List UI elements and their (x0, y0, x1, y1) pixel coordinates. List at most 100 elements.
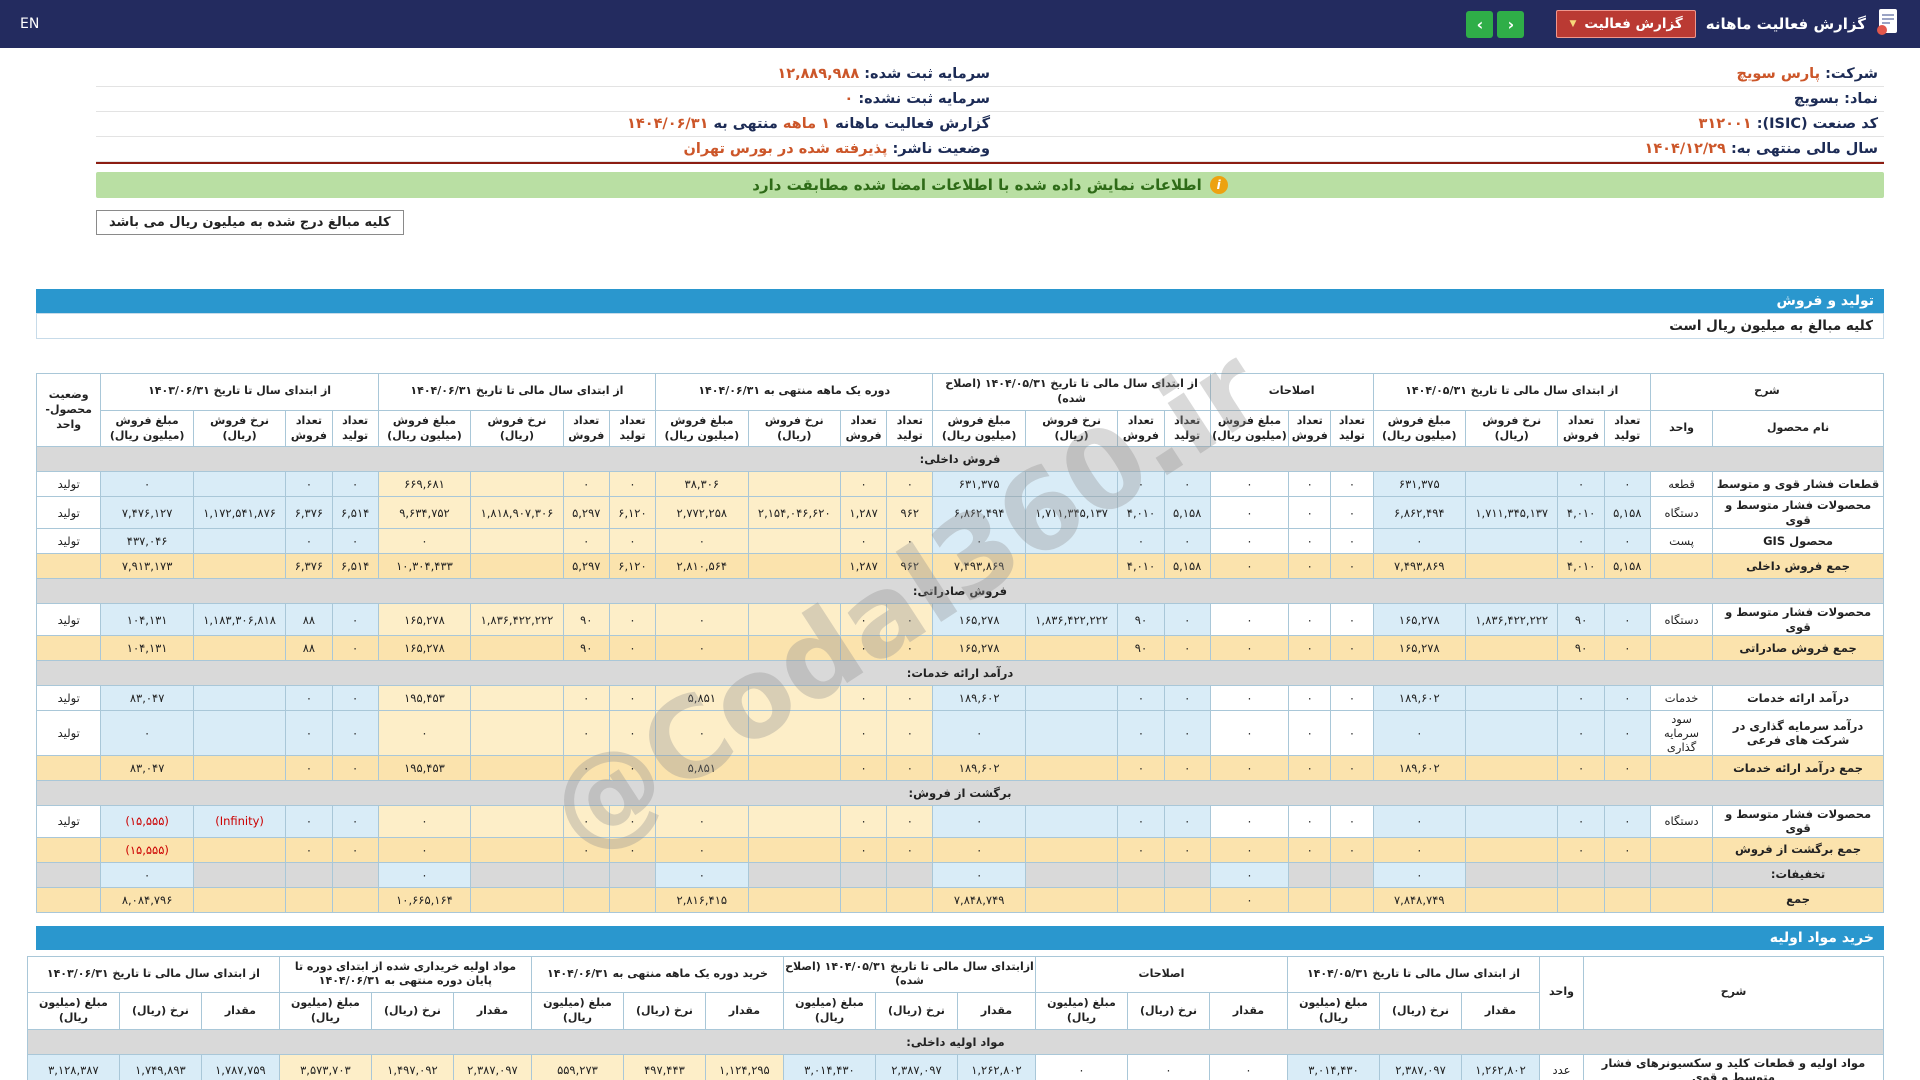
column-header: وضعیت محصول-واحد (35, 372, 102, 448)
unit-cell: عدد (1539, 1054, 1584, 1080)
value-cell (1288, 886, 1332, 913)
value-cell: ۰ (377, 528, 472, 555)
value-cell: ۰ (331, 634, 379, 661)
value-cell (886, 886, 934, 913)
column-header: از ابتدای سال تا تاریخ ۱۴۰۳/۰۶/۳۱ (100, 373, 379, 411)
category-label: فروش صادراتی: (36, 578, 1884, 605)
topbar: گزارش فعالیت ماهانه گزارش فعالیت ▼ ‹ › E… (0, 0, 1920, 48)
value-cell: ۰ (839, 709, 888, 756)
section-subtitle-amounts: کلیه مبالغ به میلیون ریال است (36, 313, 1884, 339)
value-cell: ۰ (285, 804, 333, 838)
value-cell (1465, 553, 1559, 580)
value-cell: ۰ (1288, 553, 1332, 580)
column-header: تعداد تولید (886, 409, 934, 448)
company-info-row: کد صنعت (ISIC): ۳۱۲۰۰۱ گزارش فعالیت ماهان… (96, 112, 1884, 137)
value-cell: ۵,۲۹۷ (562, 496, 610, 530)
amounts-note: کلیه مبالغ درج شده به میلیون ریال می باش… (96, 210, 404, 235)
value-cell: ۰ (1127, 1054, 1210, 1080)
info-field: وضعیت ناشر: پذیرفته شده در بورس تهران (102, 141, 991, 157)
previous-report-button[interactable]: ‹ (1497, 10, 1525, 38)
next-report-button[interactable]: › (1466, 10, 1494, 38)
value-cell: ۱۹۵,۴۵۳ (377, 684, 472, 711)
column-header: تعداد تولید (331, 409, 379, 448)
value-cell: ۰ (1163, 754, 1211, 781)
value-cell: ۰ (285, 836, 333, 863)
value-cell: ۰ (1163, 836, 1211, 863)
column-header: نرخ فروش (ریال) (747, 409, 841, 448)
value-cell: ۹۰ (1557, 603, 1605, 636)
value-cell: ۷,۴۷۶,۱۲۷ (100, 496, 194, 530)
total-row: جمع درآمد ارائه خدمات ۰ ۰ ۱۸۹,۶۰۲ ۰ ۰ ۰ ۰ ۰ ۱۸۹,۶… (35, 754, 1884, 781)
column-header: شرح (1649, 373, 1885, 411)
value-cell: ۱,۸۳۶,۴۲۲,۲۲۲ (1024, 603, 1119, 636)
value-cell: ۰ (932, 709, 1026, 756)
value-cell: ۰ (1557, 836, 1605, 863)
production-sales-section: تولید و فروش کلیه مبالغ به میلیون ریال ا… (35, 289, 1885, 913)
header-sub-row: نام محصول واحد تعداد تولید تعداد فروش نرخ فر… (37, 409, 1884, 448)
status-cell: تولید (35, 496, 102, 530)
value-cell: ۰ (1557, 471, 1605, 498)
value-cell: ۰ (1117, 836, 1165, 863)
value-cell: ۰ (1288, 471, 1332, 498)
value-cell: ۱۸۹,۶۰۲ (1372, 754, 1467, 781)
info-field: سرمایه ثبت نشده: ۰ (102, 91, 990, 107)
value-cell (331, 886, 379, 913)
value-cell (747, 553, 841, 580)
value-cell: ۰ (1163, 634, 1211, 661)
value-cell (1024, 836, 1119, 863)
value-cell: ۰ (285, 471, 333, 498)
value-cell: ۳,۱۲۸,۳۸۷ (26, 1054, 120, 1080)
category-row: فروش داخلی: (36, 446, 1884, 473)
report-type-button[interactable]: گزارش فعالیت ▼ (1556, 10, 1696, 38)
value-cell: ۲,۳۸۷,۰۹۷ (452, 1054, 532, 1080)
column-header: مواد اولیه خریداری شده از ابتدای دوره تا… (278, 955, 532, 994)
value-cell (839, 861, 888, 888)
row-label: درآمد سرمایه گذاری در شرکت های فرعی (1712, 709, 1884, 756)
value-cell: ۰ (1209, 754, 1290, 781)
column-header: اصلاحات (1034, 955, 1289, 994)
value-cell: ۱۰۴,۱۳۱ (100, 603, 194, 636)
chevron-down-icon: ▼ (1569, 19, 1577, 29)
value-cell: ۰ (1163, 804, 1211, 838)
value-cell: ۹۶۲ (886, 496, 934, 530)
value-cell: ۰ (562, 754, 610, 781)
value-cell: ۰ (932, 528, 1026, 555)
value-cell (1024, 634, 1119, 661)
production-sales-table-holder: شرح از ابتدای سال مالی تا تاریخ ۱۴۰۴/۰۵/۳… (35, 323, 1885, 913)
value-cell: ۰ (1557, 804, 1605, 838)
value-cell: ۰ (1372, 709, 1467, 756)
value-cell: ۰ (886, 804, 934, 838)
value-cell: ۰ (608, 709, 657, 756)
value-cell: ۰ (839, 754, 888, 781)
language-toggle[interactable]: EN (20, 16, 39, 32)
row-label: جمع برگشت از فروش (1712, 836, 1884, 863)
value-cell: ۰ (608, 471, 657, 498)
status-cell (35, 886, 102, 913)
value-cell (1024, 471, 1119, 498)
value-cell (1024, 528, 1119, 555)
value-cell: ۴۳۷,۰۴۶ (100, 528, 194, 555)
value-cell (1024, 804, 1119, 838)
value-cell: ۳,۰۱۴,۴۳۰ (782, 1054, 876, 1080)
value-cell: ۵۵۹,۲۷۳ (530, 1054, 624, 1080)
value-cell: ۳,۵۷۳,۷۰۳ (278, 1054, 372, 1080)
value-cell: ۱,۲۶۲,۸۰۲ (1461, 1054, 1540, 1080)
value-cell: ۶۳۱,۳۷۵ (1372, 471, 1467, 498)
value-cell: ۶,۱۲۰ (608, 496, 657, 530)
info-icon: i (1209, 176, 1228, 194)
value-cell: ۹۰ (562, 603, 610, 636)
value-cell (747, 709, 841, 756)
value-cell: ۰ (1163, 709, 1211, 756)
column-header: مقدار (956, 992, 1036, 1030)
category-label: مواد اولیه داخلی: (26, 1029, 1885, 1055)
unit-cell: خدمات (1649, 684, 1714, 711)
value-cell: ۰ (608, 836, 657, 863)
value-cell: ۰ (285, 754, 333, 781)
value-cell: ۰ (1209, 684, 1290, 711)
value-cell: ۰ (1163, 684, 1211, 711)
company-info-table: شرکت: پارس سویچ سرمایه ثبت شده: ۱۲,۸۸۹,۹۸… (96, 62, 1884, 164)
value-cell: ۰ (1603, 754, 1651, 781)
column-header: مقدار (200, 992, 280, 1030)
value-cell (192, 886, 287, 913)
value-cell: ۸,۰۸۴,۷۹۶ (100, 886, 194, 913)
